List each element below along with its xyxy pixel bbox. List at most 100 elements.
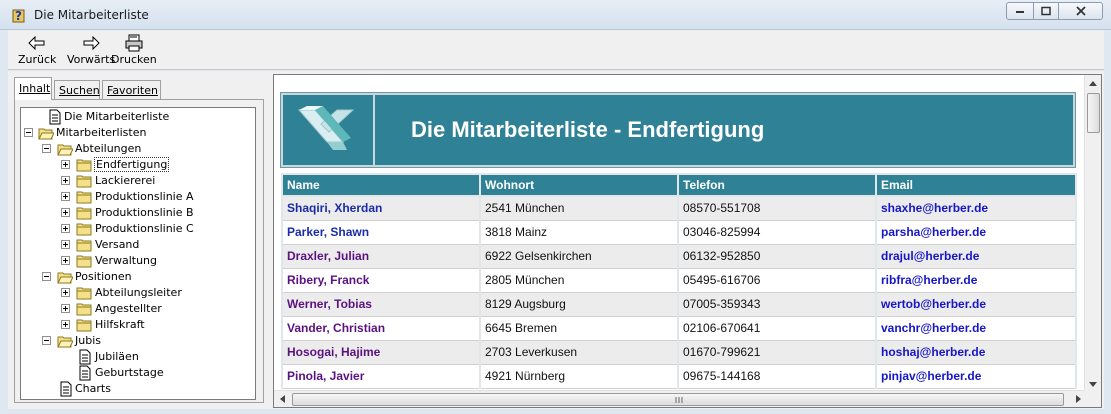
email-link[interactable]: pinjav@herber.de: [875, 363, 1077, 389]
tree-item-die-mitarbeiterliste[interactable]: Die Mitarbeiterliste: [21, 109, 251, 125]
telefon-cell: 05495-616706: [677, 267, 877, 293]
back-label: Zurück: [18, 53, 57, 66]
telefon-cell: 03046-825994: [677, 219, 877, 245]
forward-button[interactable]: Vorwärts: [67, 33, 115, 67]
name-link[interactable]: Pinola, Javier: [281, 363, 481, 389]
email-link[interactable]: drajul@herber.de: [875, 243, 1077, 269]
tree-item-produktionslinie-a[interactable]: Produktionslinie A: [21, 189, 251, 205]
table-row: Hosogai, Hajime 2703 Leverkusen 01670-79…: [281, 339, 1077, 365]
tree-item-jubis[interactable]: Jubis: [21, 333, 251, 349]
page-banner: Die Mitarbeiterliste - Endfertigung: [281, 93, 1075, 167]
tree-item-mitarbeiterlisten[interactable]: Mitarbeiterlisten: [21, 125, 251, 141]
tab-suchen-label: Suchen: [59, 84, 100, 97]
expand-toggle[interactable]: [61, 192, 70, 201]
tree-item-lackiererei[interactable]: Lackiererei: [21, 173, 251, 189]
tree-item-endfertigung[interactable]: Endfertigung: [21, 157, 251, 173]
collapse-toggle[interactable]: [42, 144, 51, 153]
page-icon: [79, 365, 91, 381]
table-row: Shaqiri, Xherdan 2541 München 08570-5517…: [281, 195, 1077, 221]
email-link[interactable]: vanchr@herber.de: [875, 315, 1077, 341]
tree-item-label: Lackiererei: [95, 174, 156, 187]
collapse-toggle[interactable]: [42, 336, 51, 345]
tab-favoriten-label: Favoriten: [107, 84, 158, 97]
close-button[interactable]: [1058, 2, 1103, 20]
horizontal-scrollbar[interactable]: [274, 390, 1086, 407]
folder-icon: [76, 223, 92, 236]
tree-item-angestellter[interactable]: Angestellter: [21, 301, 251, 317]
column-header-name: Name: [281, 173, 481, 197]
telefon-cell: 07005-359343: [677, 291, 877, 317]
email-link[interactable]: hoshaj@herber.de: [875, 339, 1077, 365]
expand-toggle[interactable]: [61, 304, 70, 313]
tree-item-verwaltung[interactable]: Verwaltung: [21, 253, 251, 269]
vertical-scroll-thumb[interactable]: [1087, 93, 1100, 133]
back-button[interactable]: Zurück: [18, 33, 56, 67]
column-header-wohnort: Wohnort: [479, 173, 679, 197]
minimize-button[interactable]: [1006, 2, 1034, 20]
tree-item-produktionslinie-b[interactable]: Produktionslinie B: [21, 205, 251, 221]
name-link[interactable]: Shaqiri, Xherdan: [281, 195, 481, 221]
expand-toggle[interactable]: [61, 320, 70, 329]
email-link[interactable]: parsha@herber.de: [875, 219, 1077, 245]
name-link[interactable]: Hosogai, Hajime: [281, 339, 481, 365]
tree-item-charts[interactable]: Charts: [21, 381, 251, 397]
folder-open-icon: [38, 128, 54, 140]
table-row: Draxler, Julian 6922 Gelsenkirchen 06132…: [281, 243, 1077, 269]
tree-item-label: Charts: [75, 382, 111, 395]
tree-item-produktionslinie-c[interactable]: Produktionslinie C: [21, 221, 251, 237]
scrollbar-corner: [1084, 390, 1101, 407]
arrow-left-small-icon: [279, 395, 285, 403]
horizontal-scroll-thumb[interactable]: [292, 393, 1064, 406]
tree-item-positionen[interactable]: Positionen: [21, 269, 251, 285]
tab-inhalt[interactable]: Inhalt: [14, 77, 52, 100]
folder-open-icon: [57, 336, 73, 348]
collapse-toggle[interactable]: [24, 128, 33, 137]
email-link[interactable]: wertob@herber.de: [875, 291, 1077, 317]
tree-item-geburtstage[interactable]: Geburtstage: [21, 365, 251, 381]
tab-favoriten[interactable]: Favoriten: [102, 80, 161, 99]
table-row: Pinola, Javier 4921 Nürnberg 09675-14416…: [281, 363, 1077, 389]
tree-item-versand[interactable]: Versand: [21, 237, 251, 253]
tree-item-label: Abteilungen: [75, 142, 142, 155]
name-link[interactable]: Draxler, Julian: [281, 243, 481, 269]
name-link[interactable]: Parker, Shawn: [281, 219, 481, 245]
vertical-scrollbar[interactable]: [1084, 75, 1101, 392]
column-header-telefon: Telefon: [677, 173, 877, 197]
name-link[interactable]: Werner, Tobias: [281, 291, 481, 317]
expand-toggle[interactable]: [61, 224, 70, 233]
print-button[interactable]: Drucken: [111, 33, 157, 67]
telefon-cell: 01670-799621: [677, 339, 877, 365]
folder-icon: [76, 175, 92, 188]
forward-label: Vorwärts: [67, 53, 116, 66]
folder-open-icon: [57, 144, 73, 156]
tree-item-hilfskraft[interactable]: Hilfskraft: [21, 317, 251, 333]
folder-icon: [76, 303, 92, 316]
pane-splitter[interactable]: [266, 71, 272, 409]
tree-item-abteilungsleiter[interactable]: Abteilungsleiter: [21, 285, 251, 301]
expand-toggle[interactable]: [61, 256, 70, 265]
tree-item-abteilungen[interactable]: Abteilungen: [21, 141, 251, 157]
expand-toggle[interactable]: [61, 288, 70, 297]
expand-toggle[interactable]: [61, 176, 70, 185]
name-link[interactable]: Vander, Christian: [281, 315, 481, 341]
maximize-button[interactable]: [1033, 2, 1059, 20]
arrow-left-icon: [28, 36, 45, 50]
expand-toggle[interactable]: [61, 240, 70, 249]
tree-item-label: Jubis: [75, 334, 101, 347]
scroll-left-button[interactable]: [274, 391, 290, 407]
contents-tree: Die Mitarbeiterliste Mitarbeiterlisten A…: [20, 107, 256, 400]
folder-open-icon: [57, 272, 73, 284]
help-book-icon: ?: [12, 9, 25, 23]
expand-toggle[interactable]: [61, 160, 70, 169]
scroll-up-button[interactable]: [1085, 75, 1101, 91]
tree-item-jubilaeen[interactable]: Jubiläen: [21, 349, 251, 365]
expand-toggle[interactable]: [61, 208, 70, 217]
name-link[interactable]: Ribery, Franck: [281, 267, 481, 293]
folder-icon: [76, 287, 92, 300]
collapse-toggle[interactable]: [42, 272, 51, 281]
tree-item-label: Verwaltung: [95, 254, 157, 267]
tab-suchen[interactable]: Suchen: [54, 80, 100, 99]
wohnort-cell: 4921 Nürnberg: [479, 363, 679, 389]
email-link[interactable]: shaxhe@herber.de: [875, 195, 1077, 221]
email-link[interactable]: ribfra@herber.de: [875, 267, 1077, 293]
